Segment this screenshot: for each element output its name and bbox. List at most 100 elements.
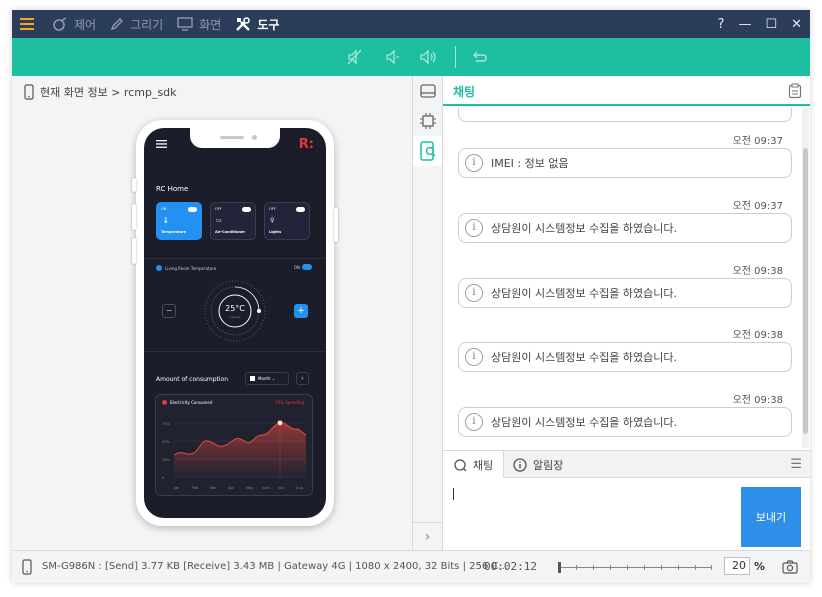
message-text: 상담원이 시스템정보 수집을 하였습니다. bbox=[491, 416, 678, 429]
chat-scrollbar[interactable] bbox=[802, 108, 809, 448]
send-button[interactable]: 보내기 bbox=[741, 487, 801, 547]
y-tick: 0 bbox=[162, 476, 164, 480]
monitor-icon bbox=[177, 17, 193, 31]
message-time: 오전 09:37 bbox=[732, 136, 783, 147]
device-info-text: SM-G986N : [Send] 3.77 KB [Receive] 3.43… bbox=[42, 561, 508, 572]
message-bubble: i 상담원이 시스템정보 수집을 하였습니다. bbox=[458, 278, 792, 308]
info-icon: i bbox=[465, 154, 483, 172]
message-time: 오전 09:38 bbox=[732, 395, 783, 406]
tab-notice[interactable]: 알림장 bbox=[503, 451, 573, 478]
phone-screen[interactable]: R: RC Home ON 🌡 Temperature OFF ▭ Air-Co… bbox=[144, 128, 326, 518]
message-bubble: i 상담원이 시스템정보 수집을 하였습니다. bbox=[458, 407, 792, 437]
message-bubble: i 상담원이 시스템정보 수집을 하였습니다. bbox=[458, 342, 792, 372]
chip-icon bbox=[419, 113, 436, 129]
card-air-conditioner[interactable]: OFF ▭ Air-Conditioner bbox=[210, 202, 256, 240]
card-toggle[interactable] bbox=[242, 207, 251, 212]
scrollbar-thumb[interactable] bbox=[803, 148, 808, 434]
menu-control[interactable]: 제어 bbox=[52, 16, 96, 33]
temperature-decrease-button[interactable]: − bbox=[162, 304, 176, 318]
zoom-unit: % bbox=[754, 560, 766, 573]
y-tick: 50% bbox=[162, 440, 170, 444]
air-conditioner-icon: ▭ bbox=[216, 217, 222, 224]
info-icon: i bbox=[465, 348, 483, 366]
period-value: Month bbox=[258, 376, 271, 381]
x-tick: June bbox=[261, 486, 270, 490]
phone-mirror[interactable]: R: RC Home ON 🌡 Temperature OFF ▭ Air-Co… bbox=[132, 120, 338, 526]
message-composer[interactable]: 보내기 bbox=[443, 478, 810, 550]
phone-power-button bbox=[334, 208, 338, 242]
tools-icon bbox=[236, 17, 251, 31]
next-arrow-button[interactable]: › bbox=[296, 372, 309, 385]
zoom-slider[interactable] bbox=[558, 562, 712, 573]
collapse-chevron-icon[interactable]: › bbox=[413, 522, 442, 550]
tab-chat[interactable]: 채팅 bbox=[443, 451, 505, 478]
tab-device[interactable] bbox=[413, 76, 442, 106]
menu-control-label: 제어 bbox=[74, 17, 97, 32]
x-tick: May bbox=[246, 486, 253, 490]
message-text: 상담원이 시스템정보 수집을 하였습니다. bbox=[491, 287, 678, 300]
chat-tabs: 채팅 알림장 ☰ bbox=[443, 450, 810, 478]
message-input[interactable] bbox=[455, 486, 735, 542]
card-toggle[interactable] bbox=[296, 207, 305, 212]
chat-title: 채팅 bbox=[453, 85, 476, 99]
thermostat-icon bbox=[156, 265, 162, 271]
message-text: IMEI : 정보 없음 bbox=[491, 157, 569, 170]
message-text: 상담원이 시스템정보 수집을 하였습니다. bbox=[491, 351, 678, 364]
minimize-button[interactable]: — bbox=[738, 17, 751, 32]
x-tick: July bbox=[277, 486, 284, 490]
period-select[interactable]: Month ⌄ bbox=[245, 372, 289, 385]
app-logo: R: bbox=[298, 137, 314, 152]
clipboard-icon[interactable] bbox=[788, 83, 802, 99]
card-lights[interactable]: OFF ♀ Lights bbox=[264, 202, 310, 240]
room-toggle[interactable] bbox=[302, 264, 312, 270]
volume-up-icon[interactable] bbox=[418, 48, 438, 66]
back-icon[interactable] bbox=[470, 48, 488, 66]
message-bubble: i 상담원이 시스템정보 수집을 하였습니다. bbox=[458, 213, 792, 243]
mute-icon[interactable] bbox=[346, 48, 364, 66]
info-icon bbox=[513, 457, 527, 472]
slider-knob[interactable] bbox=[558, 562, 561, 573]
breadcrumb-text: 현재 화면 정보 > rcmp_sdk bbox=[40, 86, 177, 99]
tab-system[interactable] bbox=[413, 106, 442, 136]
y-tick: 25% bbox=[162, 458, 170, 462]
menu-screen-label: 화면 bbox=[199, 17, 222, 32]
app-window: 제어 그리기 화면 도구 ? — ☐ ✕ 현재 화면 정보 > rcmp_sdk… bbox=[12, 10, 810, 583]
temperature-increase-button[interactable]: + bbox=[294, 304, 308, 318]
x-tick: Aug bbox=[296, 486, 303, 490]
volume-down-icon[interactable] bbox=[384, 48, 402, 66]
chat-header: 채팅 bbox=[443, 76, 810, 106]
consumption-title: Amount of consumption bbox=[156, 376, 229, 383]
menu-tools-label: 도구 bbox=[257, 17, 280, 32]
message-bubble: i IMEI : 정보 없음 bbox=[458, 148, 792, 178]
consumption-chart-plot: 75% 50% 25% 0 Jan Feb Mar Apr May June J… bbox=[162, 420, 307, 490]
close-button[interactable]: ✕ bbox=[791, 17, 802, 32]
card-state: OFF bbox=[269, 207, 276, 211]
card-toggle[interactable] bbox=[188, 207, 197, 212]
toolbar-divider bbox=[455, 46, 456, 68]
phone-side-button bbox=[132, 178, 136, 192]
calendar-icon bbox=[250, 376, 255, 381]
camera-icon[interactable] bbox=[782, 559, 798, 575]
breadcrumb: 현재 화면 정보 > rcmp_sdk bbox=[24, 84, 177, 100]
tab-support[interactable] bbox=[413, 136, 442, 166]
y-tick: 75% bbox=[162, 422, 170, 426]
card-temperature[interactable]: ON 🌡 Temperature bbox=[156, 202, 202, 240]
help-button[interactable]: ? bbox=[718, 17, 725, 32]
message-text: 상담원이 시스템정보 수집을 하였습니다. bbox=[491, 222, 678, 235]
menu-screen[interactable]: 화면 bbox=[177, 16, 221, 33]
consumption-chart: 75% 50% 25% 0 Jan Feb Mar Apr May June J… bbox=[155, 394, 313, 496]
menu-tools[interactable]: 도구 bbox=[235, 16, 279, 33]
zoom-input[interactable]: 20 bbox=[724, 557, 750, 575]
tab-chat-label: 채팅 bbox=[473, 458, 494, 472]
maximize-button[interactable]: ☐ bbox=[765, 17, 777, 32]
message-time: 오전 09:38 bbox=[732, 330, 783, 341]
message-list[interactable]: 오전 09:37 i IMEI : 정보 없음 오전 09:37 i 상담원이 시스… bbox=[443, 108, 801, 448]
hamburger-menu-icon[interactable] bbox=[156, 140, 167, 148]
chat-menu-icon[interactable]: ☰ bbox=[790, 457, 802, 472]
info-icon: i bbox=[465, 413, 483, 431]
phone-notch bbox=[190, 128, 280, 148]
menu-draw[interactable]: 그리기 bbox=[110, 16, 163, 33]
app-menu-icon[interactable] bbox=[20, 18, 34, 30]
chat-panel: 채팅 오전 09:37 i IMEI : 정보 없음 오전 09:37 i 상담원이… bbox=[443, 76, 810, 550]
x-tick: Jan bbox=[173, 486, 179, 490]
